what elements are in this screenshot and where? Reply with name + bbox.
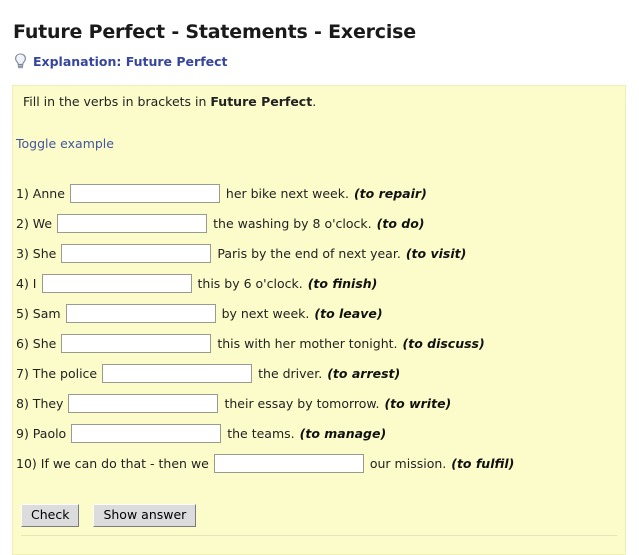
exercise-prefix: 6) She — [16, 336, 61, 351]
exercise-prefix: 5) Sam — [16, 306, 66, 321]
exercise-suffix: her bike next week. — [220, 186, 349, 201]
exercise-row-7: 7) The police the driver. (to arrest) — [16, 358, 621, 388]
answer-input-8[interactable] — [68, 394, 218, 413]
instructions-text-prefix: Fill in the verbs in brackets in — [23, 94, 210, 109]
answer-input-5[interactable] — [66, 304, 216, 323]
toggle-example-link[interactable]: Toggle example — [16, 136, 114, 151]
explanation-link[interactable]: Explanation: Future Perfect — [13, 53, 228, 70]
lightbulb-icon — [13, 53, 28, 70]
exercise-suffix: by next week. — [216, 306, 310, 321]
explanation-link-label: Explanation: Future Perfect — [33, 54, 228, 69]
exercise-suffix: their essay by tomorrow. — [218, 396, 379, 411]
exercise-verb-hint: (to leave) — [309, 306, 382, 321]
answer-input-10[interactable] — [214, 454, 364, 473]
check-button[interactable]: Check — [21, 504, 79, 527]
instructions-text-suffix: . — [312, 94, 316, 109]
exercise-verb-hint: (to write) — [379, 396, 451, 411]
exercise-row-5: 5) Sam by next week. (to leave) — [16, 298, 621, 328]
answer-input-4[interactable] — [42, 274, 192, 293]
exercise-suffix: the teams. — [221, 426, 294, 441]
exercise-suffix: Paris by the end of next year. — [211, 246, 400, 261]
exercise-verb-hint: (to arrest) — [322, 366, 400, 381]
exercise-row-1: 1) Anne her bike next week. (to repair) — [16, 178, 621, 208]
answer-input-6[interactable] — [61, 334, 211, 353]
exercise-row-9: 9) Paolo the teams. (to manage) — [16, 418, 621, 448]
exercise-row-2: 2) We the washing by 8 o'clock. (to do) — [16, 208, 621, 238]
exercise-suffix: the washing by 8 o'clock. — [207, 216, 372, 231]
answer-input-2[interactable] — [57, 214, 207, 233]
panel-divider — [21, 535, 617, 536]
exercise-prefix: 8) They — [16, 396, 68, 411]
exercise-prefix: 1) Anne — [16, 186, 70, 201]
exercise-suffix: this by 6 o'clock. — [192, 276, 303, 291]
exercise-verb-hint: (to finish) — [303, 276, 378, 291]
exercise-prefix: 9) Paolo — [16, 426, 71, 441]
exercise-suffix: the driver. — [252, 366, 322, 381]
exercise-page: Future Perfect - Statements - Exercise E… — [0, 0, 639, 549]
exercise-row-4: 4) I this by 6 o'clock. (to finish) — [16, 268, 621, 298]
exercise-list: 1) Anne her bike next week. (to repair) … — [16, 178, 621, 478]
action-button-bar: Check Show answer — [21, 504, 196, 527]
panel-instructions: Fill in the verbs in brackets in Future … — [23, 94, 316, 109]
exercise-verb-hint: (to do) — [372, 216, 425, 231]
exercise-prefix: 2) We — [16, 216, 57, 231]
exercise-prefix: 10) If we can do that - then we — [16, 456, 214, 471]
exercise-panel: Fill in the verbs in brackets in Future … — [12, 85, 626, 555]
answer-input-7[interactable] — [102, 364, 252, 383]
show-answer-button[interactable]: Show answer — [93, 504, 196, 527]
exercise-verb-hint: (to visit) — [401, 246, 466, 261]
answer-input-1[interactable] — [70, 184, 220, 203]
exercise-verb-hint: (to fulfil) — [446, 456, 514, 471]
exercise-verb-hint: (to manage) — [295, 426, 387, 441]
exercise-verb-hint: (to discuss) — [398, 336, 485, 351]
answer-input-9[interactable] — [71, 424, 221, 443]
exercise-row-10: 10) If we can do that - then we our miss… — [16, 448, 621, 478]
instructions-tense-name: Future Perfect — [210, 94, 312, 109]
exercise-suffix: this with her mother tonight. — [211, 336, 397, 351]
exercise-row-8: 8) They their essay by tomorrow. (to wri… — [16, 388, 621, 418]
answer-input-3[interactable] — [61, 244, 211, 263]
exercise-row-6: 6) She this with her mother tonight. (to… — [16, 328, 621, 358]
exercise-prefix: 4) I — [16, 276, 42, 291]
exercise-suffix: our mission. — [364, 456, 446, 471]
exercise-verb-hint: (to repair) — [349, 186, 427, 201]
exercise-row-3: 3) She Paris by the end of next year. (t… — [16, 238, 621, 268]
page-title: Future Perfect - Statements - Exercise — [13, 21, 416, 43]
exercise-prefix: 7) The police — [16, 366, 102, 381]
exercise-prefix: 3) She — [16, 246, 61, 261]
